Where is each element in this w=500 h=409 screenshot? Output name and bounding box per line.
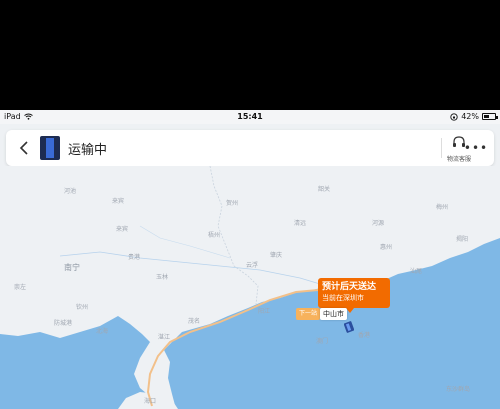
map-label: 东沙群岛 xyxy=(446,386,471,393)
status-bar: iPad 15:41 42% xyxy=(0,110,500,124)
map-label: 贵港 xyxy=(128,254,141,261)
back-button[interactable] xyxy=(12,136,36,160)
map-label: 湛江 xyxy=(158,334,171,341)
package-marker-icon[interactable] xyxy=(344,321,354,333)
product-thumbnail[interactable] xyxy=(40,136,60,160)
map-label: 来宾 xyxy=(116,226,129,233)
map-label: 河源 xyxy=(372,220,385,227)
next-stop-tag: 下一站 xyxy=(296,308,321,320)
map-canvas xyxy=(0,166,500,409)
map-label: 香港 xyxy=(358,332,371,339)
more-button[interactable]: ••• xyxy=(464,138,487,158)
map-label: 惠州 xyxy=(380,244,393,251)
delivery-estimate: 预计后天送达 xyxy=(322,282,377,292)
map-label: 澳门 xyxy=(316,338,329,345)
map-label: 梅州 xyxy=(436,204,449,211)
status-time: 15:41 xyxy=(237,112,263,121)
map-label: 韶关 xyxy=(318,186,331,193)
delivery-estimate-callout[interactable]: 预计后天送达 当前在深圳市 xyxy=(318,278,390,313)
header-bar: 运输中 物流客服 ••• xyxy=(6,130,494,166)
map-label: 云浮 xyxy=(246,262,259,269)
next-stop-city[interactable]: 中山市 xyxy=(320,308,347,320)
map-label: 贺州 xyxy=(226,200,239,207)
map-label: 河池 xyxy=(64,188,77,195)
map-label: 汕尾 xyxy=(410,268,423,275)
map-label: 崇左 xyxy=(14,284,27,291)
map-label: 防城港 xyxy=(54,320,73,327)
page-title: 运输中 xyxy=(68,143,108,158)
map-label: 北海 xyxy=(96,328,109,335)
map-label: 茂名 xyxy=(188,318,201,325)
map-label: 肇庆 xyxy=(270,252,283,259)
map-label: 梧州 xyxy=(208,232,221,239)
map-label: 来宾 xyxy=(112,198,125,205)
map-label: 揭阳 xyxy=(456,236,469,243)
map-label: 阳江 xyxy=(258,308,271,315)
current-location: 当前在深圳市 xyxy=(322,294,364,302)
rotation-lock-icon xyxy=(450,112,458,121)
map-label: 钦州 xyxy=(76,304,89,311)
map-label: 南宁 xyxy=(64,263,80,272)
map-label: 海口 xyxy=(144,398,157,405)
app-screen: iPad 15:41 42% 运输中 物流客服 ••• 河池 韶关 河源 来宾 … xyxy=(0,110,500,409)
battery-percent: 42% xyxy=(461,112,479,121)
divider xyxy=(441,138,442,158)
chevron-left-icon xyxy=(19,141,28,155)
logistics-map[interactable]: 河池 韶关 河源 来宾 贺州 梅州 梧州 清远 来宾 贵港 肇庆 惠州 南宁 玉… xyxy=(0,166,500,409)
map-label: 清远 xyxy=(294,220,307,227)
battery-icon xyxy=(482,113,498,120)
map-label: 玉林 xyxy=(156,274,169,281)
